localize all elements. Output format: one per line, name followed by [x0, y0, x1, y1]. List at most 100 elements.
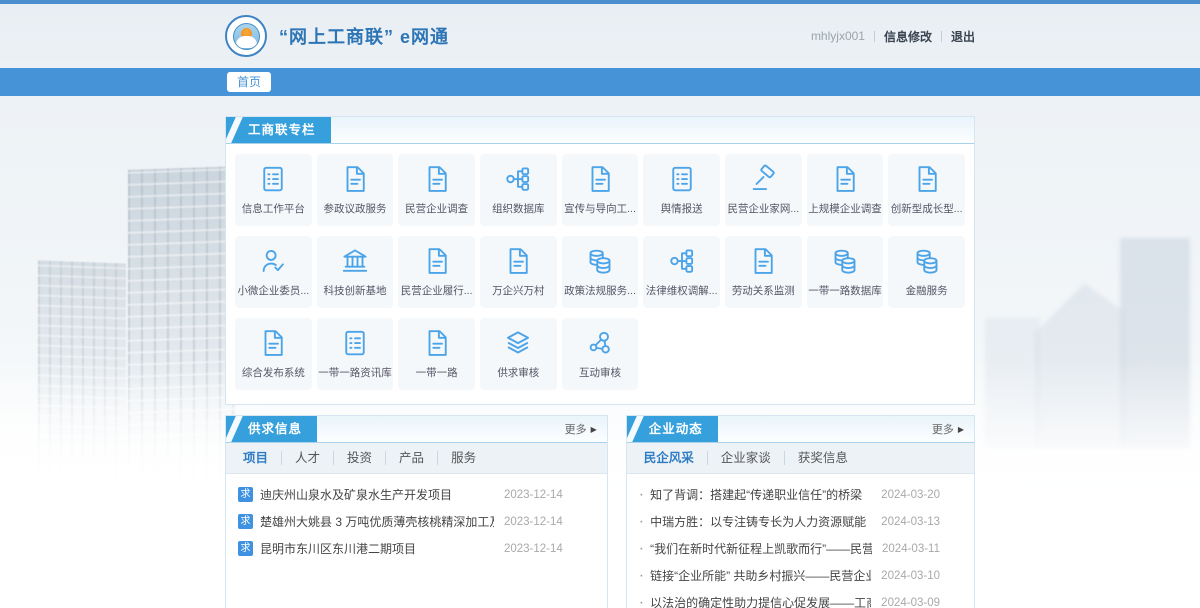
launcher-item-label: 一带一路数据库: [808, 283, 882, 298]
supply-tab-2[interactable]: 人才: [282, 451, 334, 465]
launcher-item-14[interactable]: 政策法规服务...: [562, 236, 639, 308]
dynamics-item-3[interactable]: · “我们在新时代新征程上凯歌而行”——民营... 2024-03-11: [627, 535, 974, 562]
supply-tab-5[interactable]: 服务: [438, 451, 489, 465]
dynamics-item-title: “我们在新时代新征程上凯歌而行”——民营...: [650, 540, 872, 557]
launcher-item-16[interactable]: 劳动关系监测: [725, 236, 802, 308]
launcher-item-12[interactable]: 民营企业履行...: [398, 236, 475, 308]
dynamics-tab-2[interactable]: 企业家谈: [708, 451, 785, 465]
file-icon: [503, 246, 533, 276]
launcher-item-5[interactable]: 宣传与导向工...: [562, 154, 639, 226]
supply-tab-1[interactable]: 项目: [230, 451, 282, 465]
dynamics-item-1[interactable]: ·知了背调：搭建起“传递职业信任”的桥梁2024-03-20: [627, 481, 974, 508]
org-tree-icon: [667, 246, 697, 276]
divider: [874, 31, 875, 42]
file-icon: [258, 328, 288, 358]
nav-home-button[interactable]: 首页: [227, 72, 271, 92]
bullet-dot: ·: [639, 540, 644, 558]
dynamics-item-date: 2024-03-11: [882, 543, 940, 555]
network-nodes-icon: [585, 328, 615, 358]
file-icon: [422, 328, 452, 358]
launcher-item-22[interactable]: 供求审核: [480, 318, 557, 390]
supply-more-link[interactable]: 更多 ▶: [565, 416, 607, 442]
bullet-dot: ·: [639, 486, 644, 504]
supply-item-title: 楚雄州大姚县 3 万吨优质薄壳核桃精深加工及科...: [260, 513, 494, 530]
launcher-item-19[interactable]: 综合发布系统: [235, 318, 312, 390]
launcher-item-label: 金融服务: [906, 283, 948, 298]
logout-link[interactable]: 退出: [951, 28, 975, 45]
supply-item-1[interactable]: 求迪庆州山泉水及矿泉水生产开发项目2023-12-14: [226, 481, 607, 508]
database-icon: [830, 246, 860, 276]
launcher-item-15[interactable]: 法律维权调解...: [643, 236, 720, 308]
launcher-item-label: 组织数据库: [492, 201, 545, 216]
supply-tab-4[interactable]: 产品: [386, 451, 438, 465]
supply-tab-3[interactable]: 投资: [334, 451, 386, 465]
launcher-item-8[interactable]: 上规模企业调查: [807, 154, 884, 226]
launcher-item-label: 供求审核: [497, 365, 539, 380]
launcher-item-23[interactable]: 互动审核: [562, 318, 639, 390]
launcher-item-1[interactable]: 信息工作平台: [235, 154, 312, 226]
bank-icon: [340, 246, 370, 276]
bullet-dot: ·: [639, 567, 644, 585]
dynamics-item-title: 中瑞方胜：以专注铸专长为人力资源赋能: [650, 513, 871, 530]
launcher-item-label: 科技创新基地: [323, 283, 386, 298]
launcher-item-label: 上规模企业调查: [808, 201, 882, 216]
more-arrow-icon: ▶: [591, 425, 597, 434]
dynamics-item-4[interactable]: · 链接“企业所能” 共助乡村振兴——民营企业... 2024-03-10: [627, 562, 974, 589]
launcher-item-4[interactable]: 组织数据库: [480, 154, 557, 226]
panel-enterprise-dynamics: 企业动态 更多 ▶ 民企风采企业家谈获奖信息 ·知了背调：搭建起“传递职业信任”…: [626, 415, 975, 608]
panel-supply-demand: 供求信息 更多 ▶ 项目人才投资产品服务 求迪庆州山泉水及矿泉水生产开发项目20…: [225, 415, 608, 608]
launcher-item-9[interactable]: 创新型成长型...: [888, 154, 965, 226]
dynamics-tab-3[interactable]: 获奖信息: [785, 451, 861, 465]
launcher-item-label: 万企兴万村: [492, 283, 545, 298]
launcher-item-21[interactable]: 一带一路: [398, 318, 475, 390]
file-icon: [585, 164, 615, 194]
launcher-item-11[interactable]: 科技创新基地: [317, 236, 394, 308]
dynamics-item-5[interactable]: ·以法治的确定性助力提信心促发展——工商联...2024-03-09: [627, 589, 974, 608]
file-icon: [422, 246, 452, 276]
main-content: 工商联专栏 信息工作平台 参政议政服务民营企业调查组织数据库 宣传与导向工... 舆情…: [225, 116, 975, 608]
launcher-item-20[interactable]: 一带一路资讯库: [317, 318, 394, 390]
supply-item-3[interactable]: 求昆明市东川区东川港二期项目2023-12-14: [226, 535, 607, 562]
dynamics-tab-1[interactable]: 民企风采: [631, 451, 708, 465]
bullet-dot: ·: [639, 594, 644, 608]
modify-info-link[interactable]: 信息修改: [884, 28, 932, 45]
file-icon: [830, 164, 860, 194]
dynamics-more-link[interactable]: 更多 ▶: [932, 416, 974, 442]
file-icon: [748, 246, 778, 276]
site-header: “网上工商联” e网通 mhlyjx001 信息修改 退出: [0, 4, 1200, 68]
list-document-icon: [667, 164, 697, 194]
dynamics-item-date: 2024-03-10: [881, 570, 940, 582]
panel-launcher: 工商联专栏 信息工作平台 参政议政服务民营企业调查组织数据库 宣传与导向工... 舆情…: [225, 116, 975, 405]
launcher-item-label: 小微企业委员...: [237, 283, 309, 298]
panel-supply-header: 供求信息 更多 ▶: [226, 416, 607, 443]
launcher-item-3[interactable]: 民营企业调查: [398, 154, 475, 226]
supply-item-2[interactable]: 求楚雄州大姚县 3 万吨优质薄壳核桃精深加工及科...2023-12-14: [226, 508, 607, 535]
launcher-item-label: 信息工作平台: [242, 201, 305, 216]
demand-badge: 求: [238, 487, 253, 502]
panel-launcher-header: 工商联专栏: [226, 117, 974, 144]
launcher-item-label: 民营企业家网...: [727, 201, 799, 216]
launcher-item-13[interactable]: 万企兴万村: [480, 236, 557, 308]
fog-overlay-left: [0, 380, 260, 608]
bottom-panels-row: 供求信息 更多 ▶ 项目人才投资产品服务 求迪庆州山泉水及矿泉水生产开发项目20…: [225, 415, 975, 608]
launcher-item-7[interactable]: 民营企业家网...: [725, 154, 802, 226]
panel-dynamics-header: 企业动态 更多 ▶: [627, 416, 974, 443]
supply-list: 求迪庆州山泉水及矿泉水生产开发项目2023-12-14求楚雄州大姚县 3 万吨优…: [226, 481, 607, 562]
launcher-item-2[interactable]: 参政议政服务: [317, 154, 394, 226]
launcher-item-18[interactable]: 金融服务: [888, 236, 965, 308]
dynamics-item-title: 链接“企业所能” 共助乡村振兴——民营企业...: [650, 567, 871, 584]
launcher-grid: 信息工作平台参政议政服务民营企业调查组织数据库宣传与导向工...舆情报送民营企业…: [226, 144, 974, 404]
gavel-icon: [748, 164, 778, 194]
file-icon: [340, 164, 370, 194]
launcher-item-6[interactable]: 舆情报送: [643, 154, 720, 226]
launcher-item-label: 政策法规服务...: [564, 283, 636, 298]
launcher-item-17[interactable]: 一带一路数据库: [807, 236, 884, 308]
launcher-item-label: 参政议政服务: [323, 201, 386, 216]
launcher-item-10[interactable]: 小微企业委员...: [235, 236, 312, 308]
panel-launcher-title: 工商联专栏: [226, 117, 331, 143]
dynamics-list: ·知了背调：搭建起“传递职业信任”的桥梁2024-03-20·中瑞方胜：以专注铸…: [627, 481, 974, 608]
dynamics-item-2[interactable]: ·中瑞方胜：以专注铸专长为人力资源赋能2024-03-13: [627, 508, 974, 535]
dynamics-item-date: 2024-03-13: [881, 516, 940, 528]
launcher-item-label: 互动审核: [579, 365, 621, 380]
launcher-item-label: 舆情报送: [661, 201, 703, 216]
